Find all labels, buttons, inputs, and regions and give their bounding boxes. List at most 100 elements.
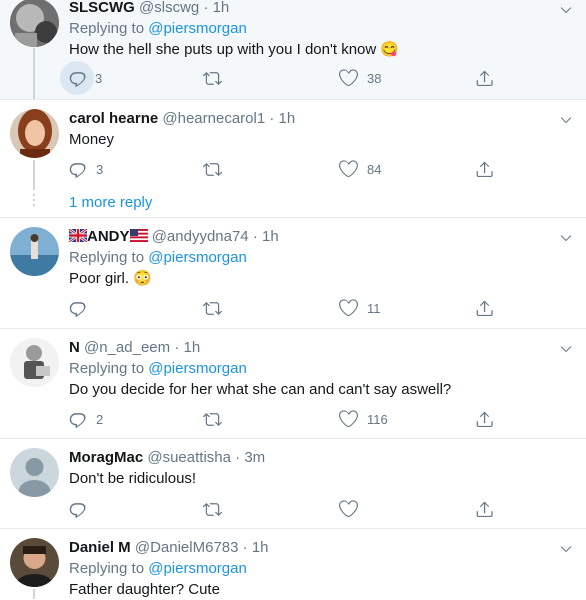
reply-icon: [68, 500, 87, 519]
thread-line: [33, 48, 35, 99]
separator-dot: ·: [203, 0, 209, 16]
username[interactable]: @slscwg: [139, 0, 199, 16]
reply-icon-highlight: [60, 61, 94, 95]
tweet-text-content: Poor girl.: [69, 270, 130, 287]
reply-button[interactable]: 3: [68, 154, 103, 184]
tweet-text: Poor girl. 😳: [69, 269, 152, 289]
separator-dot: ·: [269, 110, 275, 127]
like-button[interactable]: 38: [339, 63, 381, 93]
display-name[interactable]: ANDY: [87, 228, 130, 245]
replying-to: Replying to @piersmorgan: [69, 359, 247, 379]
username[interactable]: @DanielM6783: [135, 539, 239, 556]
username[interactable]: @n_ad_eem: [84, 339, 170, 356]
separator-dot: ·: [235, 449, 241, 466]
reply-button[interactable]: 2: [68, 404, 103, 434]
tweet-moragmac[interactable]: MoragMac @sueattisha · 3m Don't be ridic…: [0, 439, 586, 528]
chevron-down-icon[interactable]: [558, 541, 574, 557]
reply-count: 2: [96, 411, 104, 427]
chevron-down-icon[interactable]: [558, 2, 574, 18]
share-button[interactable]: [475, 404, 494, 434]
share-icon: [475, 410, 494, 429]
share-button[interactable]: [475, 154, 494, 184]
display-name[interactable]: SLSCWG: [69, 0, 135, 16]
timestamp[interactable]: 1h: [183, 339, 200, 356]
share-icon: [475, 500, 494, 519]
display-name[interactable]: N: [69, 339, 80, 356]
retweet-button[interactable]: [203, 293, 231, 323]
share-button[interactable]: [475, 293, 494, 323]
display-name[interactable]: carol hearne: [69, 110, 158, 127]
display-name[interactable]: MoragMac: [69, 449, 143, 466]
separator-dot: ·: [174, 339, 180, 356]
timestamp[interactable]: 1h: [262, 228, 279, 245]
thread-line: [33, 160, 35, 190]
chevron-down-icon[interactable]: [558, 341, 574, 357]
action-bar: 3 38: [60, 61, 500, 95]
avatar[interactable]: [10, 109, 59, 158]
heart-icon: [339, 69, 358, 88]
timestamp[interactable]: 1h: [213, 0, 230, 16]
username[interactable]: @hearnecarol1: [162, 110, 265, 127]
retweet-button[interactable]: [203, 63, 231, 93]
like-count: 84: [367, 161, 382, 177]
replying-to: Replying to @piersmorgan: [69, 19, 247, 39]
chevron-down-icon[interactable]: [558, 230, 574, 246]
username[interactable]: @sueattisha: [147, 449, 231, 466]
retweet-icon: [203, 412, 222, 426]
retweet-button[interactable]: [203, 494, 222, 524]
tweet-n[interactable]: N @n_ad_eem · 1h Replying to @piersmorga…: [0, 329, 586, 438]
username[interactable]: @andyydna74: [152, 228, 249, 245]
avatar[interactable]: [10, 227, 59, 276]
avatar[interactable]: [10, 338, 59, 387]
retweet-button[interactable]: [203, 404, 231, 434]
tweet-slscwg[interactable]: SLSCWG @slscwg · 1h Replying to @piersmo…: [0, 0, 586, 99]
reply-icon: [68, 69, 87, 88]
share-button[interactable]: [475, 494, 494, 524]
avatar[interactable]: [10, 538, 59, 587]
heart-icon: [339, 500, 358, 519]
reply-icon: [68, 160, 87, 179]
tweet-text: Father daughter? Cute: [69, 581, 220, 598]
retweet-icon: [203, 71, 222, 85]
like-count: 38: [367, 70, 382, 86]
like-button[interactable]: 11: [339, 293, 381, 323]
separator-dot: ·: [242, 539, 248, 556]
reply-icon: [68, 299, 87, 318]
avatar[interactable]: [10, 0, 59, 47]
uk-flag-icon: [69, 229, 87, 242]
like-button[interactable]: 84: [339, 154, 381, 184]
like-button[interactable]: [339, 494, 358, 524]
timestamp[interactable]: 1h: [252, 539, 269, 556]
tweet-header: Daniel M @DanielM6783 · 1h: [69, 538, 269, 558]
mention-link[interactable]: @piersmorgan: [148, 249, 247, 266]
mention-link[interactable]: @piersmorgan: [148, 560, 247, 577]
display-name[interactable]: Daniel M: [69, 539, 131, 556]
share-icon: [475, 299, 494, 318]
tweet-header: SLSCWG @slscwg · 1h: [69, 0, 229, 18]
retweet-button[interactable]: [203, 154, 231, 184]
tweet-text: Money: [69, 131, 115, 148]
replying-prefix: Replying to: [69, 20, 145, 37]
like-button[interactable]: 116: [339, 404, 388, 434]
tweet-header: MoragMac @sueattisha · 3m: [69, 448, 265, 468]
action-bar: 2 116: [60, 404, 500, 434]
reply-button[interactable]: 3: [60, 61, 102, 95]
timestamp[interactable]: 1h: [279, 110, 296, 127]
replying-prefix: Replying to: [69, 560, 145, 577]
mention-link[interactable]: @piersmorgan: [148, 360, 247, 377]
mention-link[interactable]: @piersmorgan: [148, 20, 247, 37]
more-replies-link[interactable]: 1 more reply: [69, 193, 152, 213]
heart-icon: [339, 160, 358, 179]
action-bar: [60, 494, 500, 524]
timestamp[interactable]: 3m: [244, 449, 265, 466]
reply-button[interactable]: [68, 494, 96, 524]
replying-prefix: Replying to: [69, 249, 145, 266]
chevron-down-icon[interactable]: [558, 112, 574, 128]
tweet-daniel-m[interactable]: Daniel M @DanielM6783 · 1h Replying to @…: [0, 529, 586, 599]
avatar[interactable]: [10, 448, 59, 497]
share-button[interactable]: [475, 63, 494, 93]
tweet-andy[interactable]: ANDY @andyydna74 · 1h Replying to @piers…: [0, 218, 586, 328]
reply-button[interactable]: [68, 293, 96, 323]
tweet-carol-hearne[interactable]: carol hearne @hearnecarol1 · 1h Money 3 …: [0, 100, 586, 217]
us-flag-icon: [129, 229, 148, 242]
